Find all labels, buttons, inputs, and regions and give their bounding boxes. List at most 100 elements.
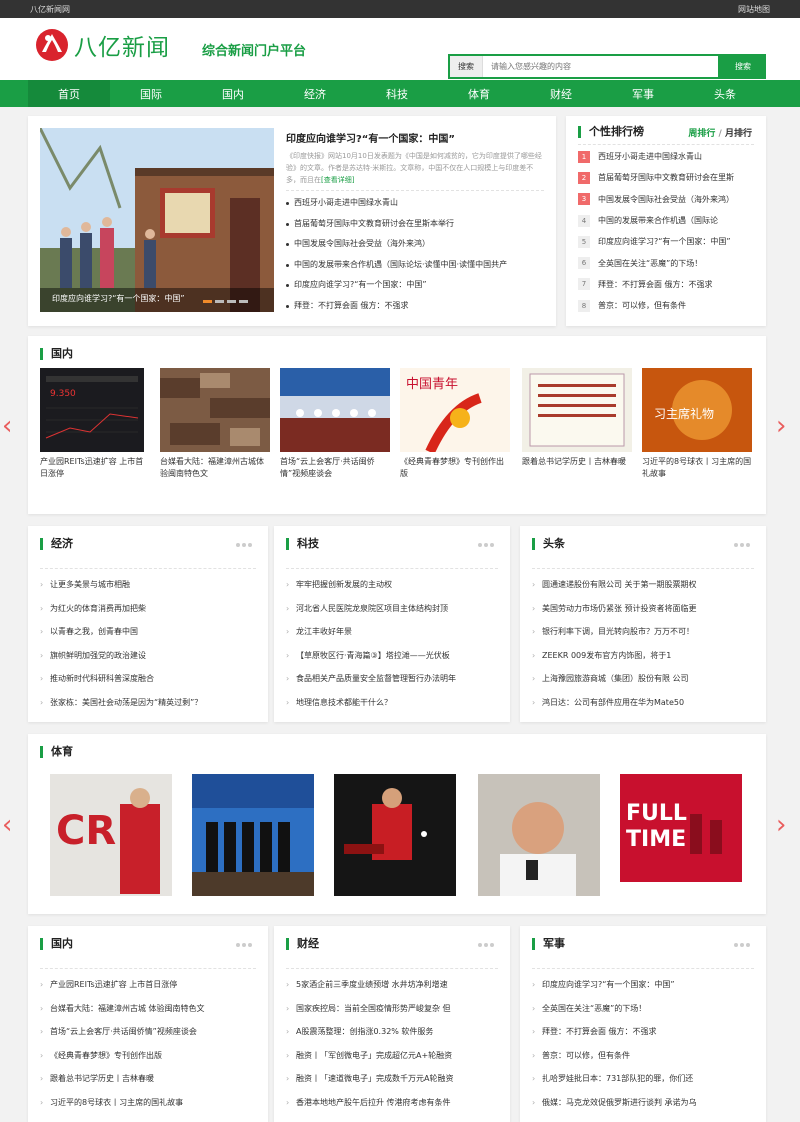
nav-item[interactable]: 首页 [28,80,110,107]
list-item[interactable]: 首场“云上会客厅·共话闽侨情”视频座谈会 [40,1020,256,1044]
list-item[interactable]: 俄媒：马克龙效促俄罗斯进行谈判 承诺为乌 [532,1091,754,1115]
site-map-link[interactable]: 网站地图 [738,4,770,15]
gallery-caption[interactable]: 习近平的8号球衣丨习主席的国礼故事 [642,456,752,492]
list-item[interactable]: 印度应向谁学习?“有一个国家：中国” [532,973,754,997]
list-item[interactable]: 《经典青春梦想》专刊创作出版 [40,1044,256,1068]
list-item[interactable]: 让更多美景与城市相融 [40,573,256,597]
featured-news-item[interactable]: 印度应向谁学习?“有一个国家：中国” [286,275,548,296]
site-logo[interactable]: 八亿新闻 [34,28,170,62]
list-item[interactable]: 习近平的8号球衣丨习主席的国礼故事 [40,1091,256,1115]
ranking-item[interactable]: 2 首届葡萄牙国际中文教育研讨会在里斯 [578,167,756,188]
gallery-caption[interactable]: 《经典青春梦想》专刊创作出版 [400,456,510,492]
gallery-caption[interactable]: 产业园REITs迅速扩容 上市首日涨停 [40,456,144,492]
list-item[interactable]: 牢牢把握创新发展的主动权 [286,573,498,597]
list-item[interactable]: 融资丨「军创微电子」完成超亿元A+轮融资 [286,1044,498,1068]
list-item[interactable]: 推动新时代科研科普深度融合 [40,667,256,691]
nav-item[interactable]: 头条 [684,80,766,107]
list-item[interactable]: 扎哈罗娃批日本：731部队犯的罪，你们还 [532,1067,754,1091]
sports-thumbnail[interactable] [478,774,600,896]
search-button[interactable]: 搜索 [720,54,766,79]
gallery-next-arrow-icon[interactable]: › [776,413,786,439]
featured-headline[interactable]: 印度应向谁学习?“有一个国家：中国” [286,130,455,145]
list-item[interactable]: 跟着总书记学历史丨吉林春暖 [40,1067,256,1091]
gallery-thumbnail[interactable]: 9.350 [40,368,144,452]
nav-item[interactable]: 科技 [356,80,438,107]
more-dots-icon[interactable] [478,543,494,547]
gallery-thumbnail[interactable]: 习主席礼物 [642,368,752,452]
ranking-item[interactable]: 5 印度应向谁学习?“有一个国家：中国” [578,231,756,252]
nav-item[interactable]: 军事 [602,80,684,107]
list-item[interactable]: 台媒看大陆：福建漳州古城 体验闽南特色文 [40,997,256,1021]
list-item[interactable]: 地理信息技术都能干什么？ [286,691,498,715]
list-item[interactable]: ZEEKR 009发布官方内饰图，将于1 [532,644,754,668]
gallery-thumbnail[interactable] [160,368,270,452]
featured-news-item[interactable]: 中国的发展带来合作机遇（国际论坛·读懂中国·读懂中国共产 [286,255,548,276]
more-dots-icon[interactable] [734,943,750,947]
nav-item[interactable]: 国际 [110,80,192,107]
list-item[interactable]: 为红火的体育消费再加把柴 [40,597,256,621]
ranking-item[interactable]: 1 西班牙小哥走进中国绿水青山 [578,146,756,167]
gallery-caption[interactable]: 首场“云上会客厅·共话闽侨情”视频座谈会 [280,456,390,492]
more-dots-icon[interactable] [734,543,750,547]
slide-dot[interactable] [239,300,248,303]
list-item[interactable]: 鸿日达：公司有部件应用在华为Mate50 [532,691,754,715]
list-item[interactable]: 河北省人民医院龙泉院区项目主体结构封顶 [286,597,498,621]
sports-thumbnail[interactable] [334,774,456,896]
ranking-item[interactable]: 4 中国的发展带来合作机遇（国际论 [578,210,756,231]
ranking-item[interactable]: 8 普京：可以修，但有条件 [578,295,756,316]
ranking-item[interactable]: 6 全英国在关注“恶魔”的下场！ [578,252,756,273]
slide-dot-active[interactable] [203,300,212,303]
sports-next-arrow-icon[interactable]: › [776,812,786,838]
search-category-label[interactable]: 搜索 [450,56,483,77]
nav-item[interactable]: 国内 [192,80,274,107]
gallery-prev-arrow-icon[interactable]: ‹ [2,413,12,439]
list-item[interactable]: 融资丨「速道微电子」完成数千万元A轮融资 [286,1067,498,1091]
list-item[interactable]: 拜登：不打算会面 俄方：不强求 [532,1020,754,1044]
list-item[interactable]: 5家酒企前三季度业绩预增 水井坊净利增速 [286,973,498,997]
list-item[interactable]: 张家栋：美国社会动荡是因为“精英过剩”？ [40,691,256,715]
more-dots-icon[interactable] [236,543,252,547]
list-item[interactable]: 以青春之我，创青春中国 [40,620,256,644]
list-item[interactable]: 【草原牧区行·青海篇③】塔拉滩——光伏板 [286,644,498,668]
sports-prev-arrow-icon[interactable]: ‹ [2,812,12,838]
more-dots-icon[interactable] [236,943,252,947]
slide-dot[interactable] [215,300,224,303]
featured-news-item[interactable]: 拜登：不打算会面 俄方：不强求 [286,296,548,317]
list-item[interactable]: 美国劳动力市场仍紧张 预计投资者将面临更 [532,597,754,621]
list-item[interactable]: 普京：可以修，但有条件 [532,1044,754,1068]
list-item[interactable]: 食品相关产品质量安全监督管理暂行办法明年 [286,667,498,691]
list-item[interactable]: 上海豫园旅游商城（集团）股份有限 公司 [532,667,754,691]
slide-dot[interactable] [227,300,236,303]
ranking-item[interactable]: 7 拜登：不打算会面 俄方：不强求 [578,274,756,295]
sports-thumbnail[interactable]: CR [50,774,172,896]
tab-month[interactable]: 月排行 [725,129,752,139]
list-item[interactable]: 香港本地地产股午后拉升 传港府考虑有条件 [286,1091,498,1115]
gallery-thumbnail[interactable]: 中国青年 [400,368,510,452]
more-dots-icon[interactable] [478,943,494,947]
list-item[interactable]: 银行利率下调，目光转向股市？万万不可！ [532,620,754,644]
gallery-thumbnail[interactable] [280,368,390,452]
list-item[interactable]: 旗帜鲜明加强党的政治建设 [40,644,256,668]
featured-news-item[interactable]: 西班牙小哥走进中国绿水青山 [286,193,548,214]
list-item[interactable]: 圆通速递股份有限公司 关于第一期股票期权 [532,573,754,597]
slide-indicators[interactable] [203,300,248,303]
list-item[interactable]: A股震荡整理：创指涨0.32% 软件服务 [286,1020,498,1044]
list-item[interactable]: 全英国在关注“恶魔”的下场！ [532,997,754,1021]
ranking-item[interactable]: 3 中国发展令国际社会受益（海外来鸿） [578,189,756,210]
gallery-caption[interactable]: 跟着总书记学历史丨吉林春暖 [522,456,632,492]
list-item[interactable]: 龙江丰收好年景 [286,620,498,644]
list-item[interactable]: 国家疾控局：当前全国疫情形势严峻复杂 但 [286,997,498,1021]
sports-thumbnail[interactable]: FULL TIME [620,774,742,896]
featured-slider[interactable]: 印度应向谁学习?“有一个国家：中国” [40,128,274,312]
nav-item[interactable]: 经济 [274,80,356,107]
featured-news-item[interactable]: 中国发展令国际社会受益（海外来鸿） [286,234,548,255]
featured-more-link[interactable]: [查看详细] [321,176,354,184]
gallery-thumbnail[interactable] [522,368,632,452]
featured-news-item[interactable]: 首届葡萄牙国际中文教育研讨会在里斯本举行 [286,214,548,235]
nav-item[interactable]: 体育 [438,80,520,107]
site-name-link[interactable]: 八亿新闻网 [30,4,70,15]
gallery-caption[interactable]: 台媒看大陆：福建漳州古城体验闽南特色文 [160,456,270,492]
sports-thumbnail[interactable] [192,774,314,896]
search-input[interactable] [483,62,683,71]
tab-week[interactable]: 周排行 [688,129,715,139]
